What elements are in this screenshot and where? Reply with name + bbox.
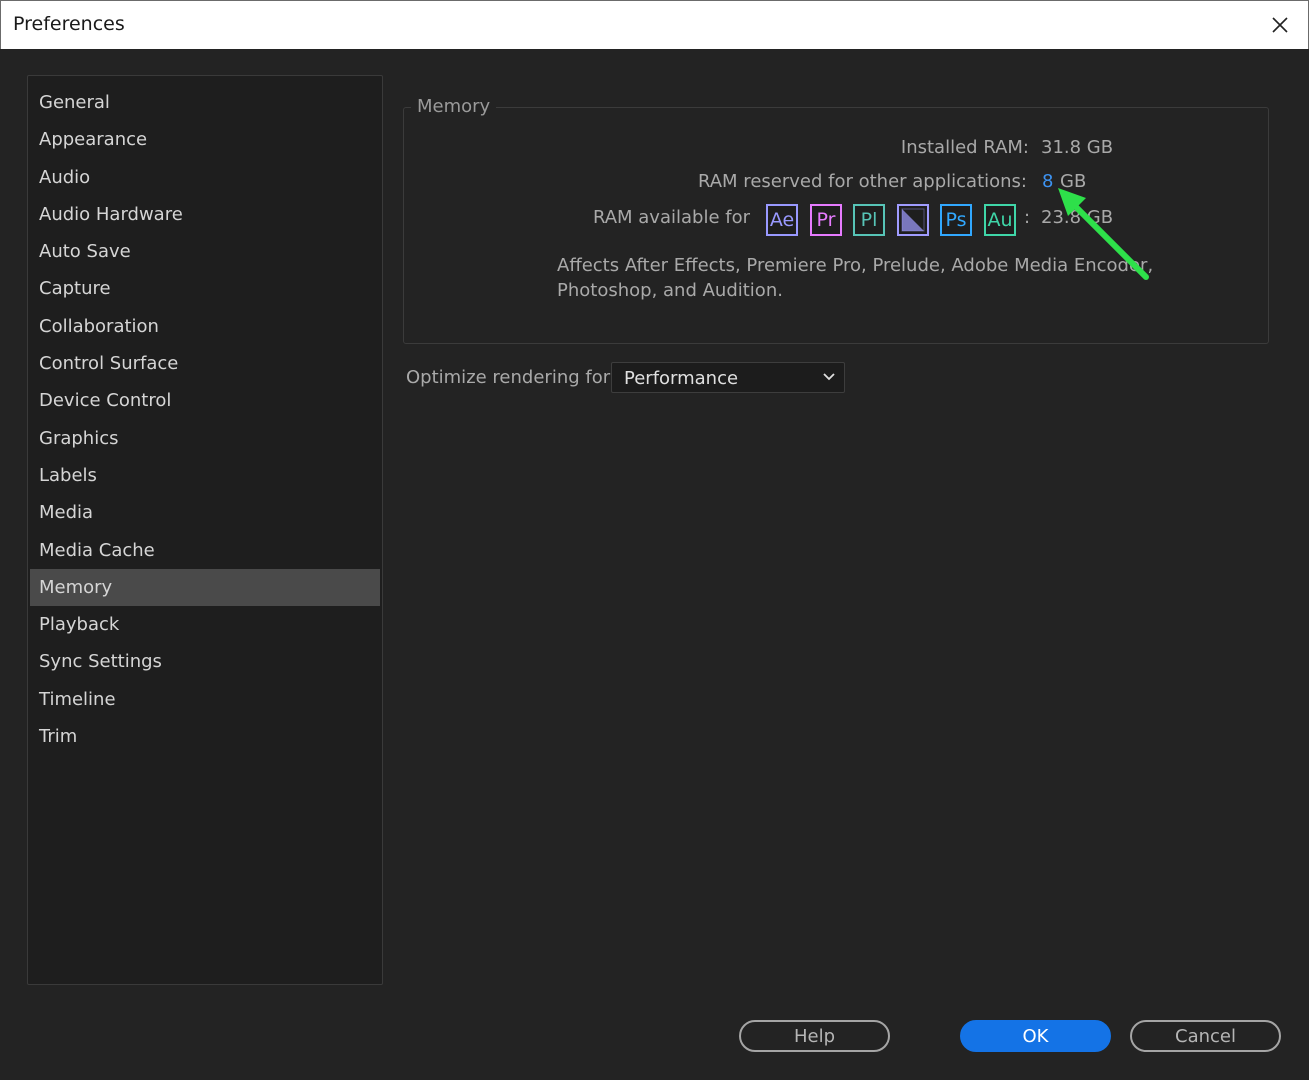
- memory-note-line2: Photoshop, and Audition.: [557, 280, 783, 301]
- sidebar-item-general[interactable]: General: [30, 84, 380, 121]
- sidebar-item-labels[interactable]: Labels: [30, 457, 380, 494]
- sidebar-item-appearance[interactable]: Appearance: [30, 121, 380, 158]
- ram-available-label: RAM available for: [592, 207, 750, 228]
- sidebar-item-auto-save[interactable]: Auto Save: [30, 233, 380, 270]
- cancel-button[interactable]: Cancel: [1130, 1020, 1281, 1052]
- title-bar: Preferences: [0, 0, 1309, 49]
- optimize-rendering-select[interactable]: Performance: [611, 362, 845, 393]
- ram-available-value: 23.8 GB: [1041, 207, 1114, 228]
- optimize-rendering-label: Optimize rendering for:: [406, 367, 616, 388]
- sidebar-item-control-surface[interactable]: Control Surface: [30, 345, 380, 382]
- help-button[interactable]: Help: [739, 1020, 890, 1052]
- photoshop-icon: Ps: [940, 204, 972, 236]
- sidebar-item-capture[interactable]: Capture: [30, 270, 380, 307]
- preferences-dialog: General Appearance Audio Audio Hardware Auto…: [0, 49, 1309, 1080]
- sidebar-item-memory[interactable]: Memory: [30, 568, 380, 607]
- sidebar-item-graphics[interactable]: Graphics: [30, 420, 380, 457]
- installed-ram-value: 31.8 GB: [1041, 137, 1114, 158]
- sidebar-item-device-control[interactable]: Device Control: [30, 382, 380, 419]
- sidebar-item-sync-settings[interactable]: Sync Settings: [30, 643, 380, 680]
- sidebar-item-media[interactable]: Media: [30, 494, 380, 531]
- reserved-ram-unit: GB: [1060, 171, 1087, 192]
- reserved-ram-value[interactable]: 8: [1042, 171, 1053, 192]
- premiere-pro-icon: Pr: [810, 204, 842, 236]
- ram-available-colon: :: [1024, 207, 1031, 228]
- sidebar-item-timeline[interactable]: Timeline: [30, 681, 380, 718]
- memory-group-title: Memory: [411, 96, 497, 117]
- sidebar-item-collaboration[interactable]: Collaboration: [30, 308, 380, 345]
- close-button[interactable]: [1264, 9, 1296, 41]
- installed-ram-label: Installed RAM:: [900, 137, 1029, 158]
- sidebar-item-audio-hardware[interactable]: Audio Hardware: [30, 196, 380, 233]
- sidebar-item-media-cache[interactable]: Media Cache: [30, 532, 380, 569]
- sidebar-list: General Appearance Audio Audio Hardware Auto…: [28, 76, 382, 755]
- ok-button[interactable]: OK: [960, 1020, 1111, 1052]
- optimize-rendering-value: Performance: [624, 368, 739, 389]
- sidebar-item-audio[interactable]: Audio: [30, 159, 380, 196]
- audition-icon: Au: [984, 204, 1016, 236]
- sidebar-item-playback[interactable]: Playback: [30, 606, 380, 643]
- sidebar: General Appearance Audio Audio Hardware Auto…: [27, 75, 383, 985]
- sidebar-item-trim[interactable]: Trim: [30, 718, 380, 755]
- media-encoder-icon: [897, 204, 929, 236]
- prelude-icon: Pl: [853, 204, 885, 236]
- memory-note-line1: Affects After Effects, Premiere Pro, Pre…: [557, 255, 1154, 276]
- close-icon: [1272, 17, 1288, 33]
- reserved-ram-label: RAM reserved for other applications:: [697, 171, 1027, 192]
- chevron-down-icon: [823, 373, 835, 381]
- window-title: Preferences: [13, 13, 125, 35]
- after-effects-icon: Ae: [766, 204, 798, 236]
